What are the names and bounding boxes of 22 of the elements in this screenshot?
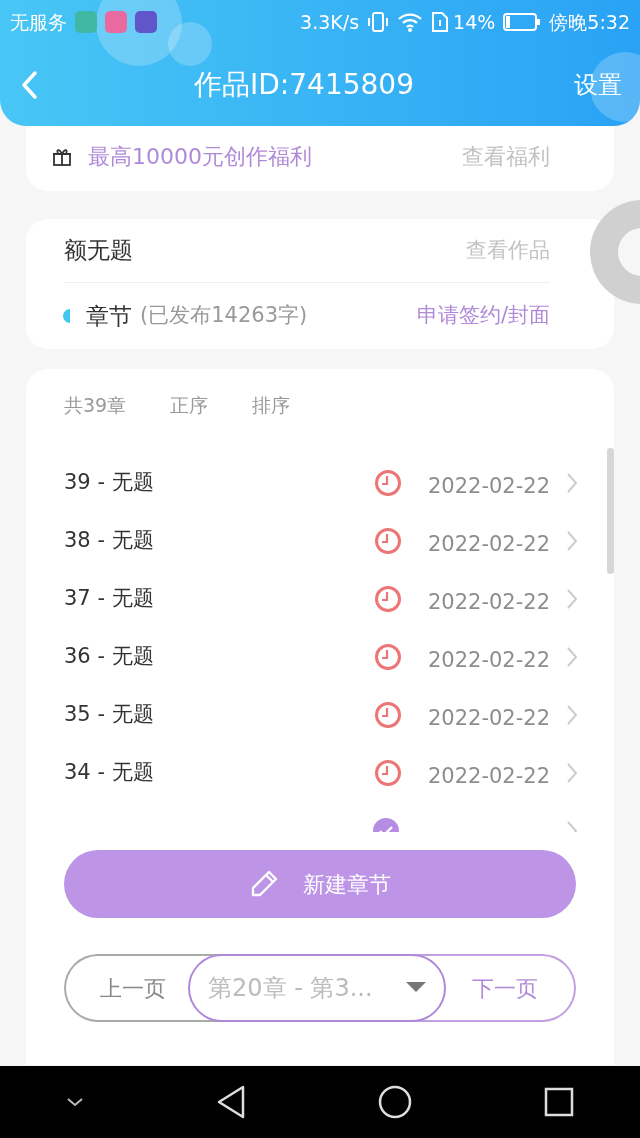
chapter-date: 2022-02-22 [427,646,550,674]
chapter-title: 36 - 无题 [64,642,154,670]
chapter-date: 2022-02-22 [427,472,550,500]
work-title: 额无题 [64,236,133,266]
chapter-date: 2022-02-22 [427,704,550,732]
chapter-title: 38 - 无题 [64,526,154,554]
published-count: (已发布14263字) [140,302,308,330]
chapter-title: 39 - 无题 [64,468,154,496]
battery-percent: 14% [453,9,496,35]
chapter-title: 34 - 无题 [64,758,154,786]
section-title: 章节 [86,301,132,331]
chapter-title: 37 - 无题 [64,584,154,612]
chapter-title: 35 - 无题 [64,700,154,728]
chapter-date: 2022-02-22 [427,762,550,790]
carrier-text: 无服务 [10,9,67,35]
chapter-date: 2022-02-22 [427,530,550,558]
benefit-text: 最高10000元创作福利 [88,143,312,171]
clock-time: 傍晚5:32 [549,9,630,35]
chapter-date: 2022-02-22 [427,588,550,616]
chapter-count: 共39章 [64,393,127,418]
page-title: 作品ID:7415809 [194,67,414,103]
network-speed: 3.3K/s [300,9,360,35]
